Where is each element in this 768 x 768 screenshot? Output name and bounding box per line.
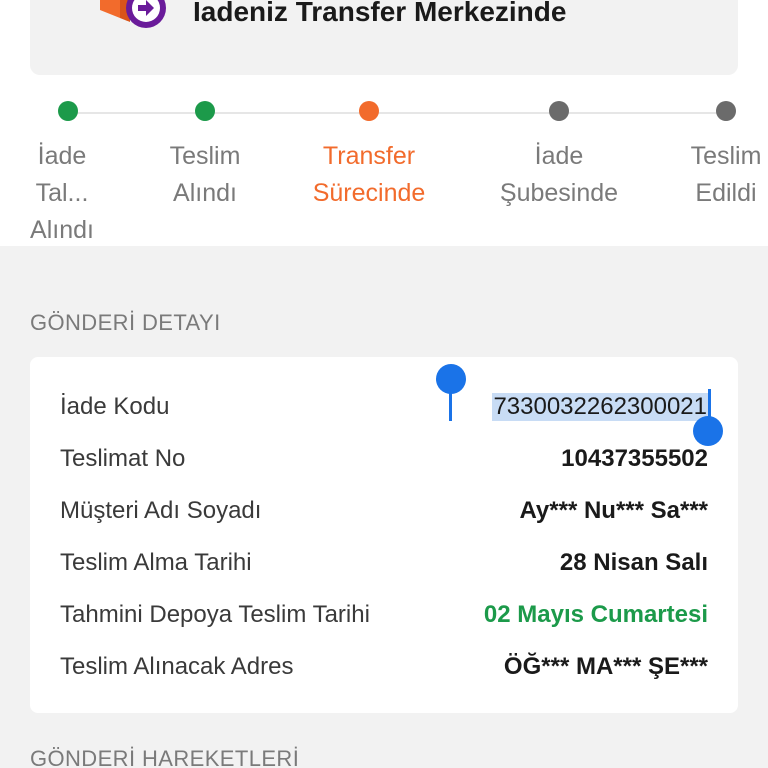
detail-value: Ay*** Nu*** Sa*** bbox=[519, 497, 708, 524]
step-dot-3 bbox=[359, 101, 379, 121]
detail-label: Teslimat No bbox=[60, 445, 186, 472]
step-label-1: İade Tal... Alındı bbox=[22, 138, 102, 249]
detail-row: Tahmini Depoya Teslim Tarihi 02 Mayıs Cum… bbox=[30, 597, 738, 637]
step-label-line: Alındı bbox=[30, 216, 94, 244]
detail-row: Müşteri Adı Soyadı Ay*** Nu*** Sa*** bbox=[30, 493, 738, 533]
selection-start-bar bbox=[449, 387, 452, 421]
step-dot-4 bbox=[549, 101, 569, 121]
step-label-3: Transfer Sürecinde bbox=[289, 138, 449, 212]
step-label-line: Şubesinde bbox=[499, 179, 619, 207]
detail-row: Teslim Alınacak Adres ÖĞ*** MA*** ŞE*** bbox=[30, 649, 738, 689]
section-title-movements: GÖNDERİ HAREKETLERİ bbox=[30, 746, 300, 768]
step-label-line: Edildi bbox=[695, 179, 757, 207]
step-dot-2 bbox=[195, 101, 215, 121]
shipment-detail-card: Teslim Alınacak Adres ÖĞ*** MA*** ŞE*** Ta… bbox=[30, 357, 738, 713]
detail-value: 02 Mayıs Cumartesi bbox=[483, 601, 708, 628]
detail-label: Müşteri Adı Soyadı bbox=[60, 497, 262, 524]
stepper-track bbox=[68, 112, 726, 114]
step-label-line: Teslim bbox=[690, 142, 762, 170]
step-label-line: İade bbox=[37, 142, 87, 170]
step-dot-5 bbox=[716, 101, 736, 121]
step-label-line: Alındı bbox=[173, 179, 237, 207]
section-title-shipment-detail: GÖNDERİ DETAYI bbox=[30, 310, 221, 335]
step-label-line: Tal... bbox=[35, 179, 89, 207]
detail-row: Teslimat No 10437355502 bbox=[30, 441, 738, 481]
detail-label: Teslim Alma Tarihi bbox=[60, 549, 252, 576]
detail-label: Teslim Alınacak Adres bbox=[60, 653, 294, 680]
detail-row: İade Kodu 7330032262300021 bbox=[30, 389, 738, 429]
step-label-line: Teslim bbox=[169, 142, 241, 170]
detail-value: 10437355502 bbox=[561, 445, 708, 472]
return-code-value[interactable]: 7330032262300021 bbox=[492, 393, 708, 421]
detail-value: 28 Nisan Salı bbox=[559, 549, 708, 576]
step-dot-1 bbox=[58, 101, 78, 121]
status-card: İadeniz Transfer Merkezinde bbox=[30, 0, 738, 75]
detail-row: Teslim Alma Tarihi 28 Nisan Salı bbox=[30, 545, 738, 585]
box-arrow-icon bbox=[100, 0, 166, 28]
step-label-4: İade Şubesinde bbox=[479, 138, 639, 212]
status-title: İadeniz Transfer Merkezinde bbox=[193, 0, 567, 27]
step-label-2: Teslim Alındı bbox=[125, 138, 285, 212]
detail-label: Tahmini Depoya Teslim Tarihi bbox=[60, 601, 370, 628]
detail-value: ÖĞ*** MA*** ŞE*** bbox=[503, 653, 708, 680]
step-label-line: İade bbox=[534, 142, 584, 170]
step-label-line: Transfer bbox=[322, 142, 416, 170]
step-label-line: Sürecinde bbox=[312, 179, 426, 207]
selection-end-handle[interactable] bbox=[693, 416, 723, 446]
detail-label: İade Kodu bbox=[60, 393, 170, 420]
top-section: İadeniz Transfer Merkezinde İade Tal... Al… bbox=[0, 0, 768, 246]
step-label-5: Teslim Edildi bbox=[646, 138, 768, 212]
